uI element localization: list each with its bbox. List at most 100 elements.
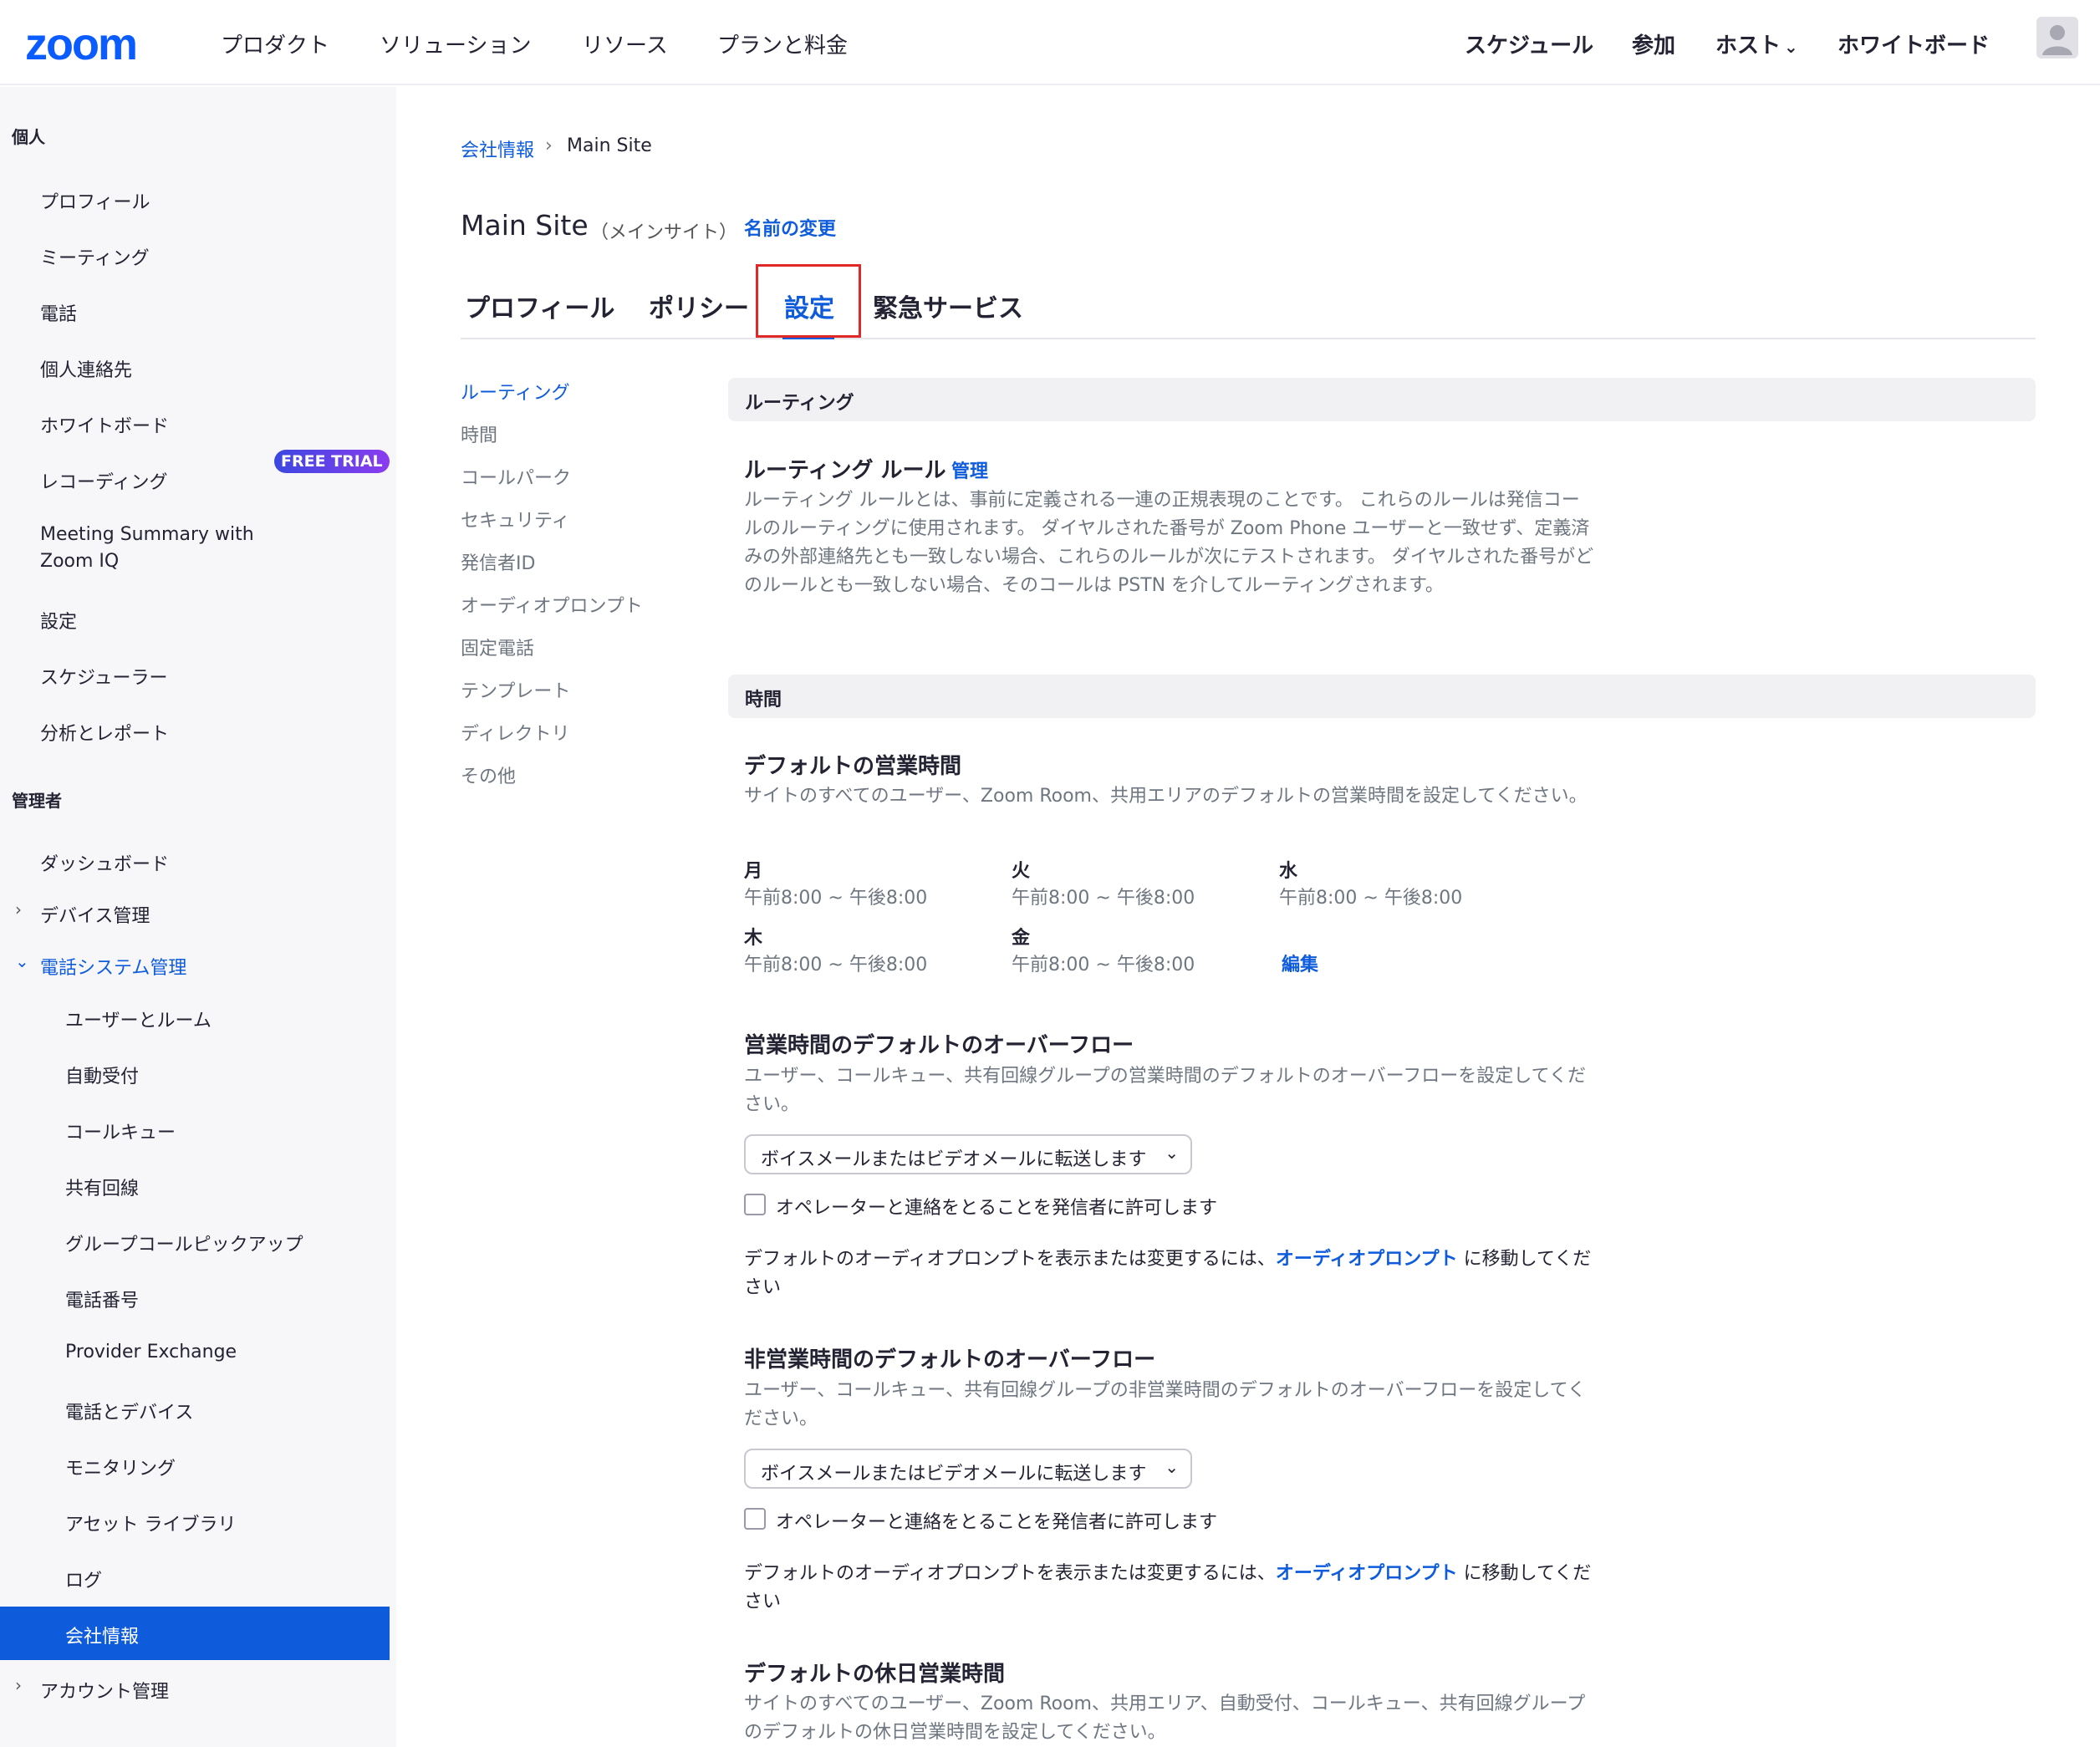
sidebar-item-whiteboard[interactable]: ホワイトボード: [40, 411, 169, 438]
sidebar-item-meeting-summary-2[interactable]: Zoom IQ: [40, 551, 119, 572]
holiday-hours-title: デフォルトの休日営業時間: [744, 1662, 1006, 1687]
day-hours-tue: 午前8:00 ~ 午後8:00: [1012, 888, 1195, 909]
sidebar-sub-company-info[interactable]: 会社情報: [65, 1622, 139, 1648]
sidebar-item-contacts[interactable]: 個人連絡先: [40, 355, 132, 382]
after-audio-prompt-note-pre: デフォルトのオーディオプロンプトを表示または変更するには、: [744, 1563, 1276, 1584]
sidebar-sub-phones-devices[interactable]: 電話とデバイス: [65, 1398, 193, 1424]
day-hours-wed: 午前8:00 ~ 午後8:00: [1279, 888, 1463, 909]
sidebar-sub-phone-numbers[interactable]: 電話番号: [65, 1286, 139, 1312]
breadcrumb-company-info[interactable]: 会社情報: [461, 135, 534, 162]
subnav-routing[interactable]: ルーティング: [461, 378, 570, 405]
sidebar-active-highlight: [0, 1607, 390, 1660]
tab-highlight-box: [756, 264, 861, 338]
sidebar-item-recordings[interactable]: レコーディング: [40, 467, 167, 494]
sidebar-item-scheduler[interactable]: スケジューラー: [40, 663, 167, 690]
user-avatar-icon[interactable]: [2036, 17, 2078, 59]
sidebar-item-meeting-summary[interactable]: Meeting Summary with: [40, 524, 254, 545]
operator-checkbox[interactable]: [744, 1194, 766, 1215]
nav-resources[interactable]: リソース: [582, 28, 668, 59]
sidebar-sub-users-rooms[interactable]: ユーザーとルーム: [65, 1006, 212, 1032]
subnav-security[interactable]: セキュリティ: [461, 506, 570, 532]
sidebar-item-account-management[interactable]: アカウント管理: [40, 1677, 169, 1704]
sidebar-item-reports[interactable]: 分析とレポート: [40, 719, 169, 746]
subnav-call-park[interactable]: コールパーク: [461, 463, 571, 490]
subnav-other[interactable]: その他: [461, 761, 516, 788]
overflow-description: ユーザー、コールキュー、共有回線グループの営業時間のデフォルトのオーバーフローを…: [744, 1066, 1586, 1115]
nav-plans-pricing[interactable]: プランと料金: [717, 28, 848, 59]
chevron-right-icon[interactable]: ›: [15, 899, 22, 919]
day-hours-mon: 午前8:00 ~ 午後8:00: [744, 888, 928, 909]
day-hours-thu: 午前8:00 ~ 午後8:00: [744, 955, 928, 975]
zoom-logo[interactable]: zoom: [25, 18, 138, 70]
subnav-directory[interactable]: ディレクトリ: [461, 719, 569, 746]
sidebar-sub-asset-library[interactable]: アセット ライブラリ: [65, 1510, 237, 1536]
day-label-wed: 水: [1279, 861, 1298, 882]
after-hours-select[interactable]: ボイスメールまたはビデオメールに転送します ⌄: [744, 1449, 1192, 1489]
nav-schedule[interactable]: スケジュール: [1465, 28, 1593, 59]
sidebar-item-phone[interactable]: 電話: [40, 299, 77, 326]
overflow-title: 営業時間のデフォルトのオーバーフロー: [744, 1033, 1134, 1058]
chevron-down-icon: ⌄: [1784, 37, 1798, 57]
audio-prompt-link[interactable]: オーディオプロンプト: [1276, 1249, 1458, 1270]
day-hours-fri: 午前8:00 ~ 午後8:00: [1012, 955, 1195, 975]
subnav-audio-prompt[interactable]: オーディオプロンプト: [461, 591, 643, 618]
overflow-select-value: ボイスメールまたはビデオメールに転送します: [761, 1149, 1147, 1170]
day-label-mon: 月: [744, 861, 763, 882]
nav-join[interactable]: 参加: [1632, 28, 1675, 59]
overflow-select[interactable]: ボイスメールまたはビデオメールに転送します ⌄: [744, 1134, 1192, 1174]
subnav-desk-phone[interactable]: 固定電話: [461, 634, 534, 660]
day-label-fri: 金: [1012, 928, 1031, 949]
chevron-down-icon: ⌄: [1165, 1457, 1179, 1477]
sidebar-item-phone-system[interactable]: 電話システム管理: [40, 953, 186, 980]
subnav-templates[interactable]: テンプレート: [461, 676, 570, 703]
sidebar-item-dashboard[interactable]: ダッシュボード: [40, 849, 169, 876]
routing-manage-link[interactable]: 管理: [951, 456, 988, 483]
sidebar-item-meetings[interactable]: ミーティング: [40, 243, 150, 270]
after-audio-prompt-note: デフォルトのオーディオプロンプトを表示または変更するには、オーディオプロンプト …: [744, 1560, 1597, 1617]
after-operator-checkbox[interactable]: [744, 1508, 766, 1530]
after-hours-title: 非営業時間のデフォルトのオーバーフロー: [744, 1347, 1156, 1373]
tab-profile[interactable]: プロフィール: [465, 288, 614, 324]
sidebar-sub-shared-lines[interactable]: 共有回線: [65, 1174, 139, 1200]
sidebar-item-profile[interactable]: プロフィール: [40, 187, 150, 214]
page-subtitle: （メインサイト）: [590, 222, 738, 243]
rename-link[interactable]: 名前の変更: [744, 214, 836, 241]
nav-host[interactable]: ホスト ⌄: [1715, 28, 1798, 59]
section-header-routing: ルーティング: [728, 378, 2036, 421]
tab-policy[interactable]: ポリシー: [649, 288, 749, 324]
breadcrumb-current: Main Site: [567, 135, 652, 156]
nav-whiteboard[interactable]: ホワイトボード: [1838, 28, 1990, 59]
day-label-thu: 木: [744, 928, 763, 949]
sidebar-sub-auto-receptionist[interactable]: 自動受付: [65, 1062, 139, 1088]
sidebar-sub-monitoring[interactable]: モニタリング: [65, 1454, 176, 1480]
after-hours-select-value: ボイスメールまたはビデオメールに転送します: [761, 1464, 1147, 1485]
routing-rule-title: ルーティング ルール: [744, 458, 946, 483]
after-operator-checkbox-label: オペレーターと連絡をとることを発信者に許可します: [776, 1512, 1218, 1533]
nav-solutions[interactable]: ソリューション: [380, 28, 531, 59]
nav-host-label: ホスト: [1715, 33, 1781, 59]
subnav-caller-id[interactable]: 発信者ID: [461, 548, 535, 575]
section-title-hours: 時間: [745, 690, 782, 711]
nav-products[interactable]: プロダクト: [221, 28, 329, 59]
edit-hours-link[interactable]: 編集: [1282, 950, 1318, 976]
sidebar-sub-call-queue[interactable]: コールキュー: [65, 1118, 176, 1144]
sidebar-item-device-management[interactable]: デバイス管理: [40, 901, 150, 928]
sidebar-sub-provider-exchange[interactable]: Provider Exchange: [65, 1342, 237, 1362]
sidebar-item-settings[interactable]: 設定: [40, 607, 77, 634]
default-hours-title: デフォルトの営業時間: [744, 754, 962, 779]
sidebar-sub-group-pickup[interactable]: グループコールピックアップ: [65, 1230, 303, 1256]
routing-description: ルーティング ルールとは、事前に定義される一連の正規表現のことです。 これらのル…: [744, 490, 1594, 596]
tab-emergency-services[interactable]: 緊急サービス: [873, 288, 1023, 324]
chevron-right-icon[interactable]: ›: [15, 1675, 22, 1695]
free-trial-badge: FREE TRIAL: [274, 450, 390, 473]
top-navigation-bar: zoom プロダクト ソリューション リソース プランと料金 スケジュール 参加…: [0, 0, 2100, 85]
operator-checkbox-label: オペレーターと連絡をとることを発信者に許可します: [776, 1198, 1218, 1219]
chevron-right-icon: ›: [545, 135, 553, 156]
subnav-hours[interactable]: 時間: [461, 420, 497, 447]
chevron-down-icon[interactable]: ⌄: [15, 951, 29, 971]
sidebar-sub-logs[interactable]: ログ: [65, 1566, 102, 1592]
page-title: Main Site: [461, 209, 589, 242]
section-title-routing: ルーティング: [745, 393, 854, 414]
default-hours-description: サイトのすべてのユーザー、Zoom Room、共用エリアのデフォルトの営業時間を…: [744, 786, 1588, 807]
after-audio-prompt-link[interactable]: オーディオプロンプト: [1276, 1563, 1458, 1584]
